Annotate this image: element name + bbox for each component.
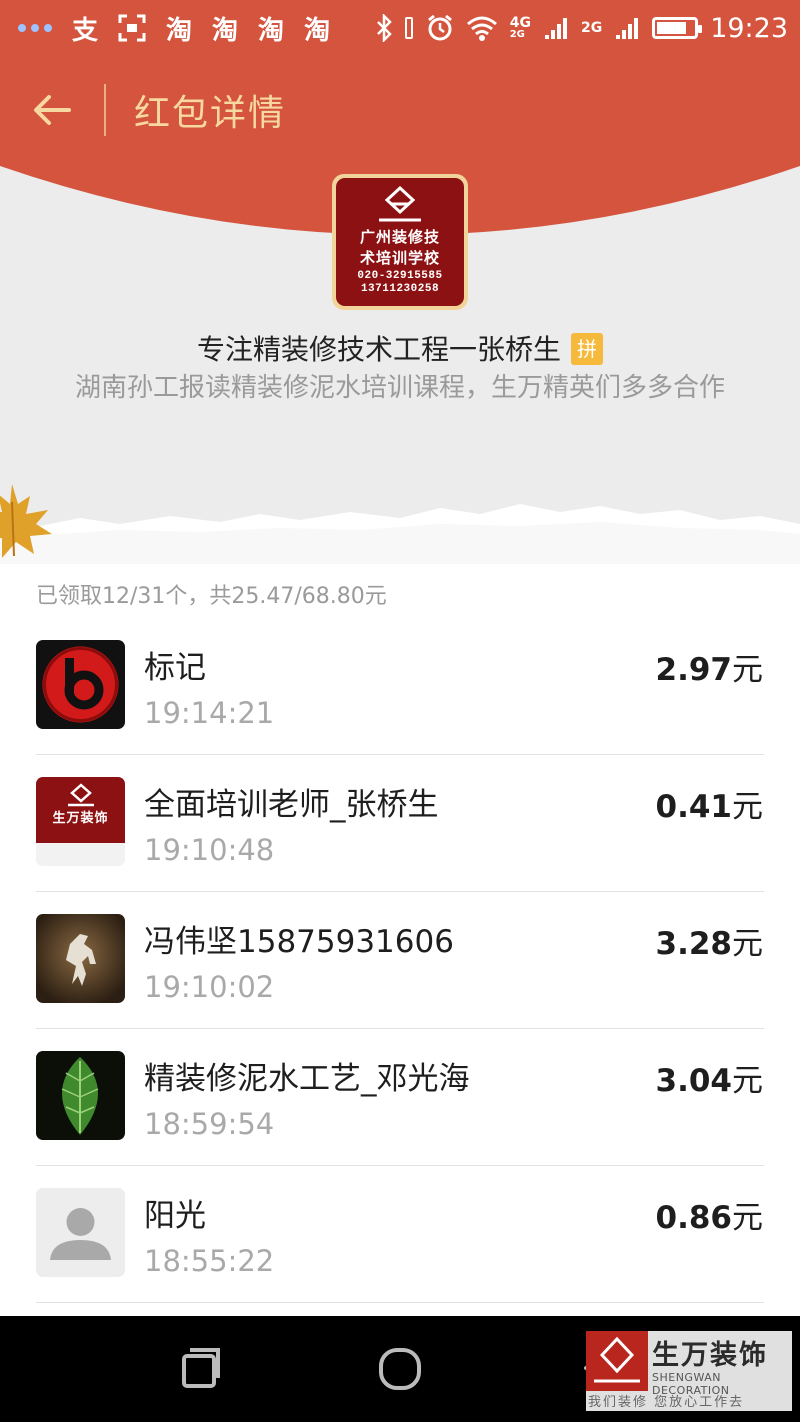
green-leaf-icon <box>36 1051 125 1140</box>
page-title: 红包详情 <box>134 93 287 134</box>
sender-name: 专注精装修技术工程一张桥生 <box>196 333 561 366</box>
avatar-brand-text: 生万装饰 <box>52 811 109 826</box>
avatar-phone-2: 13711230258 <box>360 283 440 295</box>
claim-time: 18:55:22 <box>144 1244 275 1278</box>
scan-notification-icon <box>118 14 146 42</box>
avatar: 生万装饰 <box>36 777 125 866</box>
claim-time: 18:59:54 <box>144 1107 275 1141</box>
taobao-notification-icon: 淘 <box>166 15 193 46</box>
sender-name-line: 专注精装修技术工程一张桥生拼 <box>0 328 800 368</box>
more-notifications-icon <box>18 24 52 32</box>
recent-apps-button[interactable] <box>178 1346 222 1394</box>
claim-time: 19:10:48 <box>144 833 275 867</box>
beats-logo-icon <box>36 640 125 729</box>
alarm-clock-icon <box>427 14 452 41</box>
signal-strength-icon-2 <box>616 18 639 39</box>
avatar <box>36 640 125 729</box>
back-button[interactable] <box>0 56 104 164</box>
wifi-icon <box>466 16 497 41</box>
home-button[interactable] <box>377 1346 423 1396</box>
claim-amount: 0.41元 <box>655 789 764 825</box>
claim-time: 19:14:21 <box>144 696 275 730</box>
network-type-label-2: 2G <box>580 20 603 36</box>
row-divider <box>36 1302 764 1303</box>
avatar-text-line1: 广州装修技 <box>359 228 440 246</box>
taobao-notification-icon: 淘 <box>258 15 285 46</box>
maple-leaf-icon <box>0 484 52 558</box>
back-arrow-icon <box>34 95 71 125</box>
recipient-name: 全面培训老师_张桥生 <box>144 787 439 823</box>
avatar-text-line2: 术培训学校 <box>359 249 440 267</box>
claim-amount: 3.04元 <box>655 1063 764 1099</box>
status-bar: 支 淘 淘 淘 淘 4G 2G 2G 19:23 <box>0 0 800 56</box>
bluetooth-icon <box>376 14 392 42</box>
brand-watermark: 生万装饰 SHENGWAN DECORATION 我们装修 您放心工作去 <box>586 1331 792 1411</box>
app-header: 红包详情 <box>0 56 800 164</box>
banner-mountain-edge <box>0 504 800 564</box>
network-type-label: 4G 2G <box>509 15 531 40</box>
greeting-message: 湖南孙工报读精装修泥水培训课程，生万精英们多多合作 <box>74 373 725 403</box>
battery-icon <box>652 17 703 39</box>
avatar-phone-1: 020-32915585 <box>357 270 443 282</box>
default-user-icon <box>36 1188 125 1277</box>
claim-time: 19:10:02 <box>144 970 275 1004</box>
header-divider <box>104 84 106 136</box>
watermark-logo-icon <box>586 1331 648 1391</box>
list-item[interactable]: 冯伟坚15875931606 19:10:02 3.28元 <box>0 892 800 1029</box>
company-logo-icon <box>67 783 94 807</box>
list-item[interactable]: 标记 19:14:21 2.97元 <box>0 618 800 755</box>
claim-summary: 已领取12/31个，共25.47/68.80元 <box>36 584 387 609</box>
recipient-name: 标记 <box>144 650 206 686</box>
claim-amount: 2.97元 <box>655 652 764 688</box>
home-icon <box>379 1348 421 1390</box>
claim-amount: 3.28元 <box>655 926 764 962</box>
recent-apps-icon <box>182 1348 220 1388</box>
recipient-name: 精装修泥水工艺_邓光海 <box>144 1061 470 1097</box>
list-item[interactable]: 生万装饰 全面培训老师_张桥生 19:10:48 0.41元 <box>0 755 800 892</box>
taobao-notification-icon: 淘 <box>304 15 331 46</box>
watermark-slogan: 我们装修 您放心工作去 <box>588 1395 745 1410</box>
recipient-name: 冯伟坚15875931606 <box>144 924 454 960</box>
avatar <box>36 1188 125 1277</box>
claim-amount: 0.86元 <box>655 1200 764 1236</box>
status-clock: 19:23 <box>710 12 788 44</box>
school-logo-icon <box>379 186 421 222</box>
watermark-brand: 生万装饰 <box>652 1340 768 1371</box>
list-item[interactable]: 精装修泥水工艺_邓光海 18:59:54 3.04元 <box>0 1029 800 1166</box>
taobao-notification-icon: 淘 <box>212 15 239 46</box>
pin-badge: 拼 <box>571 333 603 365</box>
recipient-name: 阳光 <box>144 1198 206 1234</box>
recipient-list: 标记 19:14:21 2.97元 生万装饰 全面培训老师_张桥生 19:10:… <box>0 618 800 1303</box>
sender-avatar[interactable]: 广州装修技 术培训学校 020-32915585 13711230258 <box>332 174 468 310</box>
avatar <box>36 1051 125 1140</box>
alipay-notification-icon: 支 <box>72 15 99 46</box>
signal-strength-icon <box>544 18 567 39</box>
horse-emblem-icon <box>36 914 125 1003</box>
avatar <box>36 914 125 1003</box>
vibrate-icon <box>404 17 413 39</box>
list-item[interactable]: 阳光 18:55:22 0.86元 <box>0 1166 800 1303</box>
